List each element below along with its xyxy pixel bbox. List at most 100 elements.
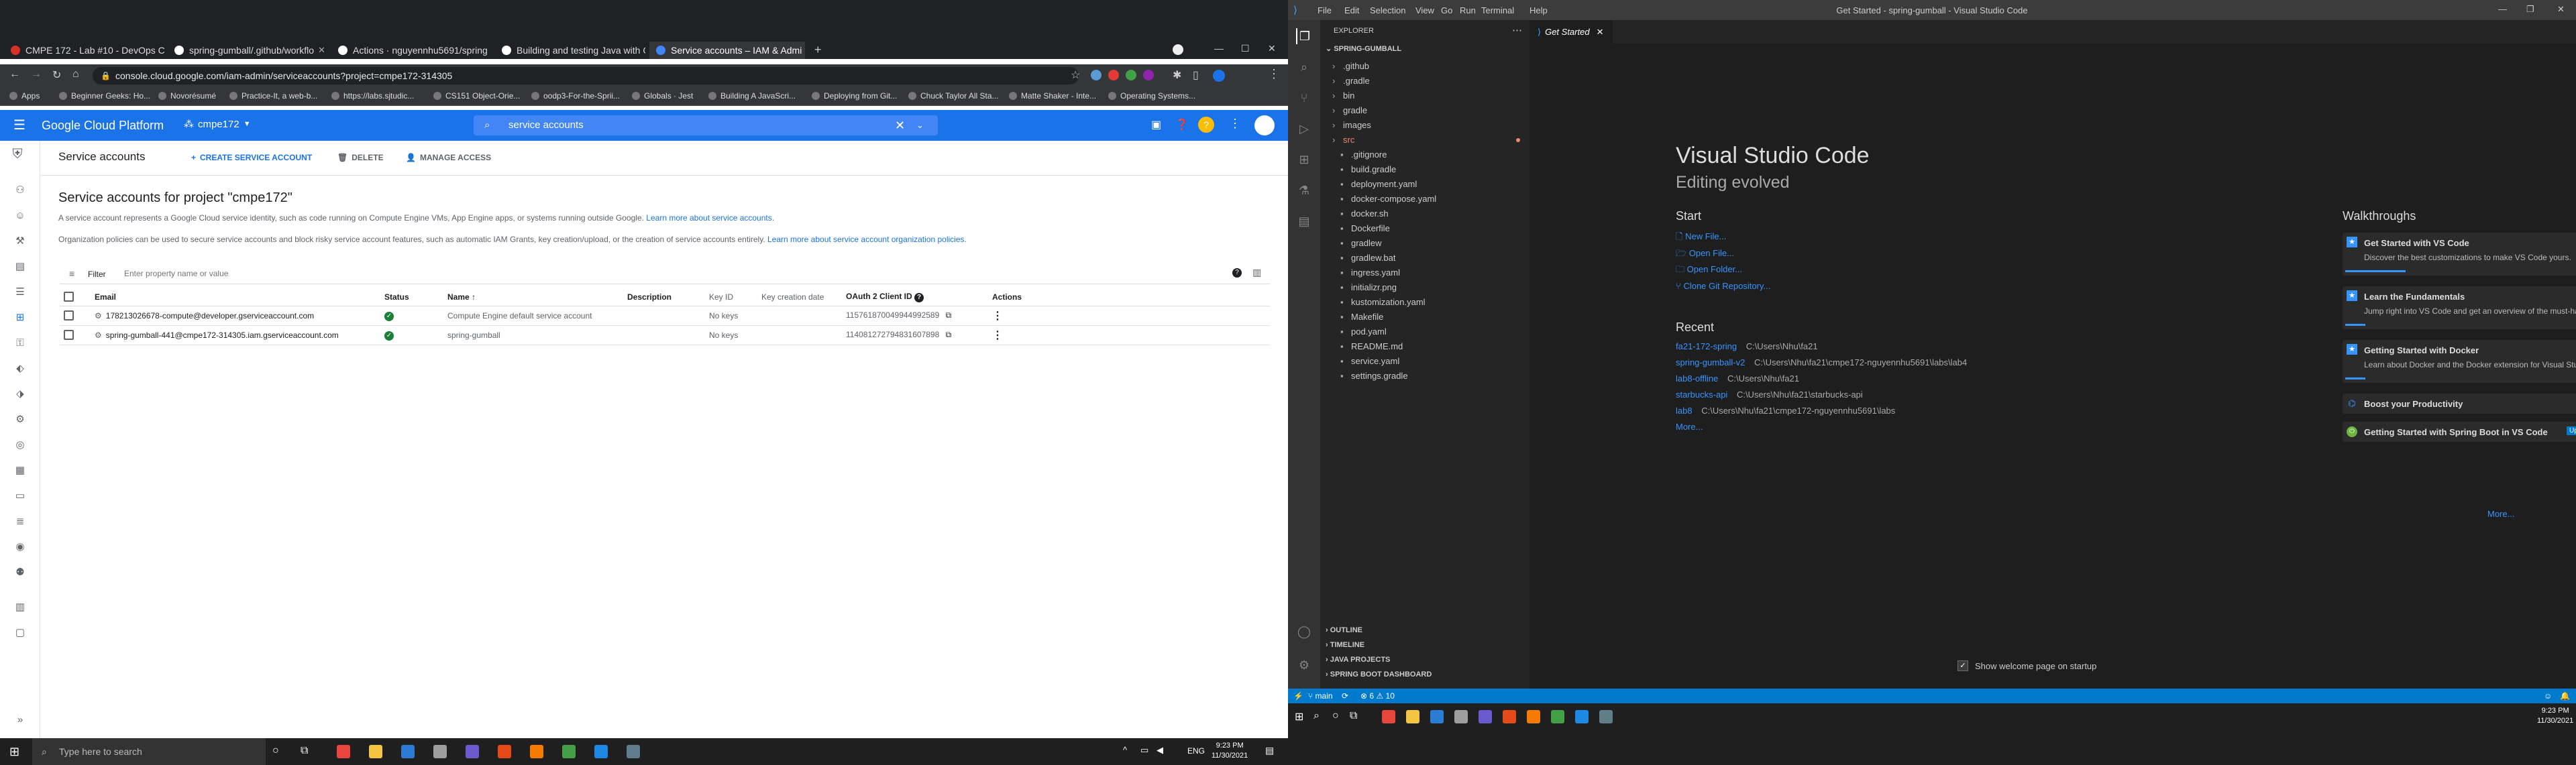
- edge-icon[interactable]: [1430, 710, 1444, 723]
- recent-item[interactable]: lab8 C:\Users\Nhu\fa21\cmpe172-nguyennhu…: [1676, 403, 1967, 419]
- more-vert-icon[interactable]: ⋮: [992, 330, 1003, 341]
- file-item[interactable]: ▪ deployment.yaml: [1320, 177, 1529, 192]
- file-item[interactable]: ▪ service.yaml: [1320, 354, 1529, 369]
- minimize-icon[interactable]: —: [1214, 43, 1224, 54]
- extension-icon[interactable]: [1091, 70, 1102, 80]
- copy-icon[interactable]: ⧉: [946, 330, 952, 339]
- file-item[interactable]: ▪ Dockerfile: [1320, 221, 1529, 236]
- nav-tag-icon[interactable]: ⬖: [15, 363, 25, 374]
- copy-icon[interactable]: ⧉: [946, 310, 952, 320]
- bookmark-item[interactable]: Operating Systems...: [1108, 91, 1195, 101]
- learn-more-link[interactable]: Learn more about service accounts.: [646, 213, 774, 223]
- learn-more-org-link[interactable]: Learn more about service account organiz…: [767, 235, 967, 244]
- table-row[interactable]: ⚙ spring-gumball-441@cmpe172-314305.iam.g…: [60, 325, 1270, 345]
- close-window-icon[interactable]: ✕: [1268, 43, 1276, 54]
- bookmark-item[interactable]: Beginner Geeks: Ho...: [59, 91, 150, 101]
- recent-item[interactable]: lab8-offline C:\Users\Nhu\fa21: [1676, 371, 1967, 387]
- chevron-down-icon[interactable]: ⌄: [916, 115, 924, 135]
- file-item[interactable]: ▪ gradlew.bat: [1320, 251, 1529, 266]
- folder-item[interactable]: › gradle: [1320, 103, 1529, 118]
- accounts-icon[interactable]: ◯: [1296, 624, 1312, 640]
- reload-icon[interactable]: ↻: [52, 68, 61, 82]
- forward-icon[interactable]: →: [31, 68, 42, 80]
- bookmark-item[interactable]: https://labs.sjtudic...: [331, 91, 414, 101]
- nav-list-icon[interactable]: ☰: [15, 287, 25, 298]
- menu-file[interactable]: File: [1318, 5, 1332, 15]
- column-header[interactable]: Email: [91, 288, 380, 306]
- column-header-sorted[interactable]: Name ↑: [443, 288, 623, 306]
- nav-docs-icon[interactable]: ▢: [15, 628, 25, 638]
- remote-icon[interactable]: ⚡: [1293, 691, 1303, 701]
- row-checkbox[interactable]: [64, 310, 74, 321]
- branch-indicator[interactable]: ⑂ main: [1308, 691, 1333, 701]
- help-icon[interactable]: ?: [914, 292, 924, 302]
- maximize-icon[interactable]: ☐: [1241, 43, 1250, 54]
- select-all-checkbox[interactable]: [64, 292, 74, 302]
- restore-icon[interactable]: ❐: [2526, 4, 2534, 15]
- file-item[interactable]: ▪ .gitignore: [1320, 148, 1529, 162]
- recent-item[interactable]: fa21-172-spring C:\Users\Nhu\fa21: [1676, 339, 1967, 355]
- search-icon[interactable]: ⌕: [1296, 59, 1312, 75]
- app-icon[interactable]: [627, 745, 640, 758]
- browser-tab[interactable]: Building and testing Java with G✕: [495, 42, 645, 59]
- file-item[interactable]: ▪ docker.sh: [1320, 207, 1529, 221]
- app-icon[interactable]: [1503, 710, 1516, 723]
- open-file-link[interactable]: 🗁 Open File...: [1676, 245, 1770, 262]
- language-indicator[interactable]: ENG: [1187, 746, 1205, 756]
- cortana-icon[interactable]: ○: [1332, 710, 1339, 722]
- email-text[interactable]: spring-gumball-441@cmpe172-314305.iam.gs…: [106, 331, 339, 340]
- gcp-search-input[interactable]: ⌕ service accounts ✕ ⌄: [474, 115, 938, 135]
- bell-icon[interactable]: 🔔: [2560, 691, 2570, 701]
- workspace-root[interactable]: ⌄ SPRING-GUMBALL: [1326, 44, 1401, 53]
- folder-item[interactable]: › images: [1320, 118, 1529, 133]
- browser-tab-active[interactable]: Service accounts – IAM & Admi✕: [649, 42, 805, 59]
- new-file-link[interactable]: 🗋 New File...: [1676, 229, 1770, 245]
- close-icon[interactable]: ✕: [802, 45, 805, 56]
- minimize-icon[interactable]: —: [2498, 4, 2507, 14]
- file-item[interactable]: ▪ Makefile: [1320, 310, 1529, 325]
- bookmark-item[interactable]: Chuck Taylor All Sta...: [908, 91, 999, 101]
- file-item[interactable]: ▪ initializr.png: [1320, 280, 1529, 295]
- nav-iam-icon[interactable]: ⚇: [15, 185, 25, 196]
- extensions-puzzle-icon[interactable]: ✱: [1173, 68, 1181, 82]
- folder-item[interactable]: › .gradle: [1320, 74, 1529, 89]
- sidebar-toggle-icon[interactable]: ▯: [1193, 68, 1199, 82]
- extensions-icon[interactable]: ⊞: [1296, 152, 1312, 168]
- tray-chevron-icon[interactable]: ^: [1123, 745, 1127, 755]
- menu-selection[interactable]: Selection: [1370, 5, 1405, 15]
- nav-identity-icon[interactable]: ☺: [15, 211, 25, 221]
- close-icon[interactable]: ✕: [488, 45, 492, 56]
- walkthrough-card[interactable]: ★ Learn the Fundamentals Jump right into…: [2343, 286, 2576, 329]
- row-checkbox[interactable]: [64, 330, 74, 341]
- column-header[interactable]: Status: [380, 288, 443, 306]
- spring-boot-dashboard-panel-header[interactable]: › SPRING BOOT DASHBOARD: [1326, 670, 1432, 679]
- nav-key-icon[interactable]: ⚿: [15, 338, 25, 349]
- hamburger-menu-icon[interactable]: ☰: [13, 117, 25, 133]
- menu-terminal[interactable]: Terminal: [1481, 5, 1514, 15]
- menu-help[interactable]: Help: [1529, 5, 1548, 15]
- notifications-icon[interactable]: ❓: [1175, 118, 1189, 131]
- app-icon[interactable]: [562, 745, 576, 758]
- chrome-icon[interactable]: [1382, 710, 1395, 723]
- nav-tools-icon[interactable]: ⚒: [15, 236, 25, 247]
- clear-icon[interactable]: ✕: [895, 115, 905, 135]
- recent-name[interactable]: lab8-offline: [1676, 373, 1718, 384]
- file-explorer-icon[interactable]: [369, 745, 382, 758]
- walkthrough-card[interactable]: ⏻ Getting Started with Spring Boot in VS…: [2343, 422, 2576, 442]
- filter-input[interactable]: [124, 267, 527, 280]
- address-bar[interactable]: 🔒 console.cloud.google.com/iam-admin/ser…: [93, 67, 1079, 84]
- more-actions-icon[interactable]: ⋯: [1512, 24, 1522, 36]
- back-icon[interactable]: ←: [9, 68, 20, 80]
- nav-audit-icon[interactable]: ≣: [15, 516, 25, 527]
- nav-service-accounts-icon[interactable]: ⊞: [15, 312, 25, 323]
- walkthrough-card[interactable]: ★ Get Started with VS Code Discover the …: [2343, 233, 2576, 276]
- recent-name[interactable]: fa21-172-spring: [1676, 341, 1737, 351]
- feedback-icon[interactable]: ☺: [2544, 691, 2552, 701]
- more-vert-icon[interactable]: ⋮: [1229, 117, 1241, 131]
- folder-item[interactable]: › src: [1320, 133, 1529, 148]
- recent-item[interactable]: starbucks-api C:\Users\Nhu\fa21\starbuck…: [1676, 387, 1967, 403]
- extension-icon[interactable]: [1126, 70, 1136, 80]
- folder-item[interactable]: › bin: [1320, 89, 1529, 103]
- app-icon[interactable]: [1551, 710, 1564, 723]
- git-icon[interactable]: [530, 745, 543, 758]
